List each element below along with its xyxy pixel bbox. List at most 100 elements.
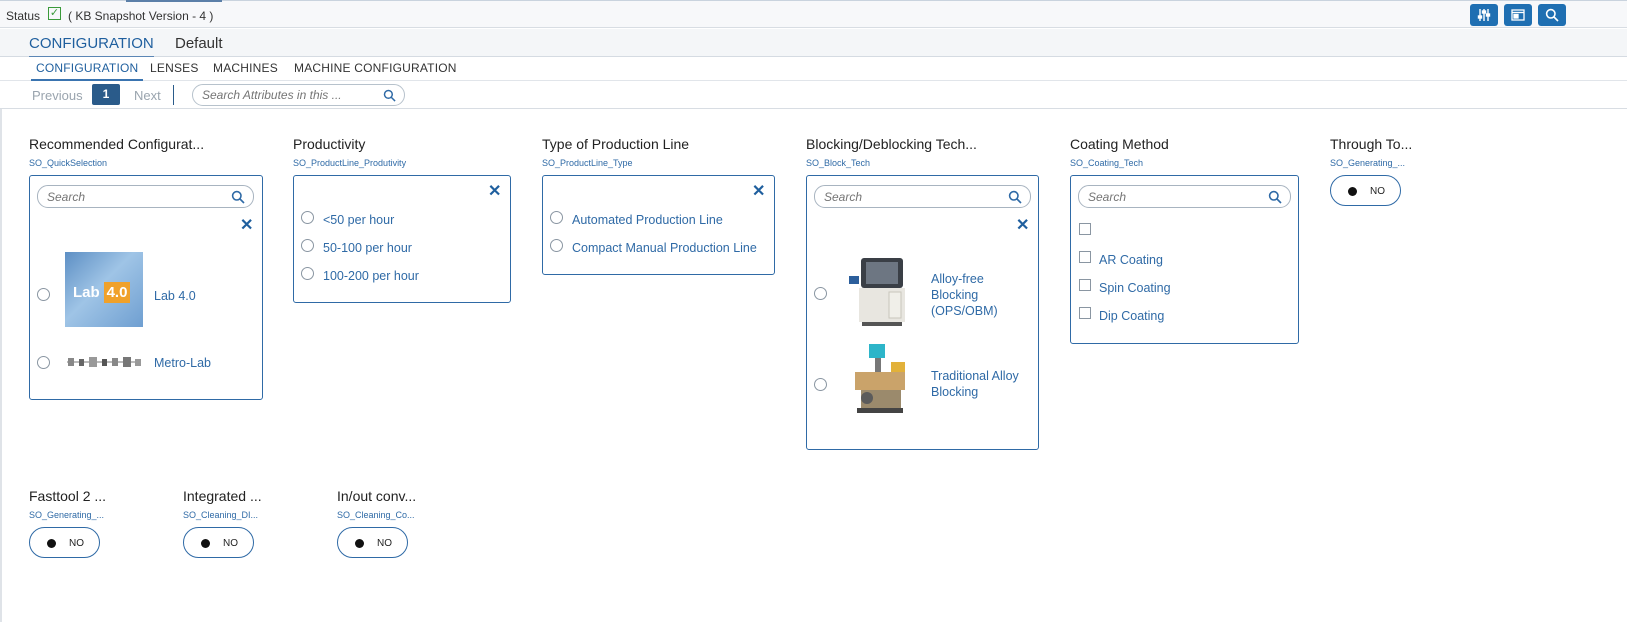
option-search-input[interactable] (1088, 189, 1254, 205)
field-code: SO_Cleaning_DI... (183, 510, 259, 520)
option-search-input[interactable] (824, 189, 994, 205)
yes-no-toggle[interactable]: NO (183, 527, 254, 558)
field-code: SO_Cleaning_Co... (337, 510, 415, 520)
option-checkbox[interactable] (1079, 223, 1091, 235)
search-button[interactable] (1538, 4, 1566, 26)
yes-no-toggle[interactable]: NO (1330, 175, 1401, 206)
option-label[interactable]: Metro-Lab (154, 356, 211, 370)
next-button[interactable]: Next (134, 88, 161, 103)
snapshot-version: ( KB Snapshot Version - 4 ) (68, 9, 214, 23)
option-search (37, 185, 254, 208)
clear-icon[interactable]: ✕ (752, 184, 765, 200)
field-title: Productivity (293, 136, 366, 152)
toggle-value: NO (377, 538, 392, 549)
screen-button[interactable] (1504, 4, 1532, 26)
option-label[interactable]: Alloy-free Blocking (OPS/OBM) (931, 271, 1031, 319)
search-icon (1545, 8, 1559, 22)
tab-default[interactable]: Default (175, 35, 223, 52)
option-label[interactable]: <50 per hour (323, 213, 394, 227)
field-code: SO_QuickSelection (29, 158, 108, 168)
metro-lab-image (67, 357, 141, 367)
field-title: Through To... (1330, 136, 1413, 152)
options-panel: ✕ Alloy-free Blocking (OPS/OBM) Traditio… (806, 175, 1039, 450)
option-radio[interactable] (814, 287, 827, 300)
option-search-input[interactable] (47, 189, 217, 205)
option-checkbox[interactable] (1079, 279, 1091, 291)
option-label[interactable]: Spin Coating (1099, 281, 1171, 295)
subtab-machines[interactable]: MACHINES (213, 61, 278, 75)
yes-no-toggle[interactable]: NO (29, 527, 100, 558)
subtab-lenses[interactable]: LENSES (150, 61, 199, 75)
field-title: Coating Method (1070, 136, 1169, 152)
toggle-indicator (47, 539, 56, 548)
options-panel: ✕ Lab 4.0 Lab 4.0 Metro-Lab (29, 175, 263, 400)
sliders-button[interactable] (1470, 4, 1498, 26)
subtab-machine-configuration[interactable]: MACHINE CONFIGURATION (294, 61, 457, 75)
field-code: SO_Generating_... (29, 510, 105, 520)
option-radio[interactable] (301, 267, 314, 280)
field-title: Recommended Configurat... (29, 136, 205, 152)
status-check-icon: ✓ (48, 7, 61, 20)
field-code: SO_ProductLine_Produtivity (293, 158, 407, 168)
field-title: In/out conv... (337, 488, 417, 504)
clear-icon[interactable]: ✕ (240, 218, 253, 234)
alloy-free-blocker-image (849, 258, 905, 326)
option-label[interactable]: Automated Production Line (572, 213, 723, 227)
status-label: Status (6, 9, 41, 23)
option-checkbox[interactable] (1079, 307, 1091, 319)
option-radio[interactable] (301, 239, 314, 252)
page-number[interactable]: 1 (92, 84, 120, 105)
field-title: Fasttool 2 ... (29, 488, 107, 504)
subtab-configuration[interactable]: CONFIGURATION (30, 61, 144, 81)
toggle-indicator (1348, 187, 1357, 196)
field-title: Blocking/Deblocking Tech... (806, 136, 977, 152)
pager-divider (173, 85, 174, 105)
field-code: SO_Generating_... (1330, 158, 1406, 168)
status-bar: Status ✓ ( KB Snapshot Version - 4 ) (0, 0, 1627, 28)
field-code: SO_Coating_Tech (1070, 158, 1144, 168)
lab-image-badge: 4.0 (104, 282, 130, 303)
attribute-search-input[interactable] (202, 87, 377, 103)
toggle-indicator (355, 539, 364, 548)
toggle-value: NO (223, 538, 238, 549)
option-radio[interactable] (814, 378, 827, 391)
search-icon[interactable] (231, 190, 245, 204)
option-label[interactable]: 100-200 per hour (323, 269, 419, 283)
options-panel: AR Coating Spin Coating Dip Coating (1070, 175, 1299, 344)
option-label[interactable]: AR Coating (1099, 253, 1163, 267)
option-radio[interactable] (37, 356, 50, 369)
yes-no-toggle[interactable]: NO (337, 527, 408, 558)
traditional-blocker-image (855, 344, 905, 413)
option-search (1078, 185, 1291, 208)
pager-bar: Previous 1 Next (0, 81, 1627, 109)
search-icon[interactable] (1268, 190, 1282, 204)
option-checkbox[interactable] (1079, 251, 1091, 263)
lab-4-image: Lab 4.0 (65, 252, 143, 327)
options-panel: ✕ <50 per hour 50-100 per hour 100-200 p… (293, 175, 511, 303)
option-label[interactable]: Lab 4.0 (154, 289, 196, 303)
screen-icon (1511, 9, 1525, 21)
toggle-indicator (201, 539, 210, 548)
option-radio[interactable] (550, 211, 563, 224)
field-title: Integrated ... (183, 488, 262, 504)
option-radio[interactable] (550, 239, 563, 252)
tab-configuration[interactable]: CONFIGURATION (29, 35, 154, 58)
clear-icon[interactable]: ✕ (1016, 218, 1029, 234)
option-label[interactable]: Dip Coating (1099, 309, 1164, 323)
option-label[interactable]: Compact Manual Production Line (572, 241, 757, 255)
top-accent-line (126, 0, 222, 2)
option-radio[interactable] (37, 288, 50, 301)
search-icon[interactable] (383, 89, 396, 102)
field-title: Type of Production Line (542, 136, 690, 152)
search-icon[interactable] (1008, 190, 1022, 204)
option-label[interactable]: Traditional Alloy Blocking (931, 368, 1031, 400)
field-code: SO_Block_Tech (806, 158, 871, 168)
option-radio[interactable] (301, 211, 314, 224)
previous-button[interactable]: Previous (32, 88, 83, 103)
field-code: SO_ProductLine_Type (542, 158, 633, 168)
clear-icon[interactable]: ✕ (488, 184, 501, 200)
attribute-search (192, 84, 405, 106)
option-label[interactable]: 50-100 per hour (323, 241, 412, 255)
toggle-value: NO (69, 538, 84, 549)
option-search (814, 185, 1031, 208)
